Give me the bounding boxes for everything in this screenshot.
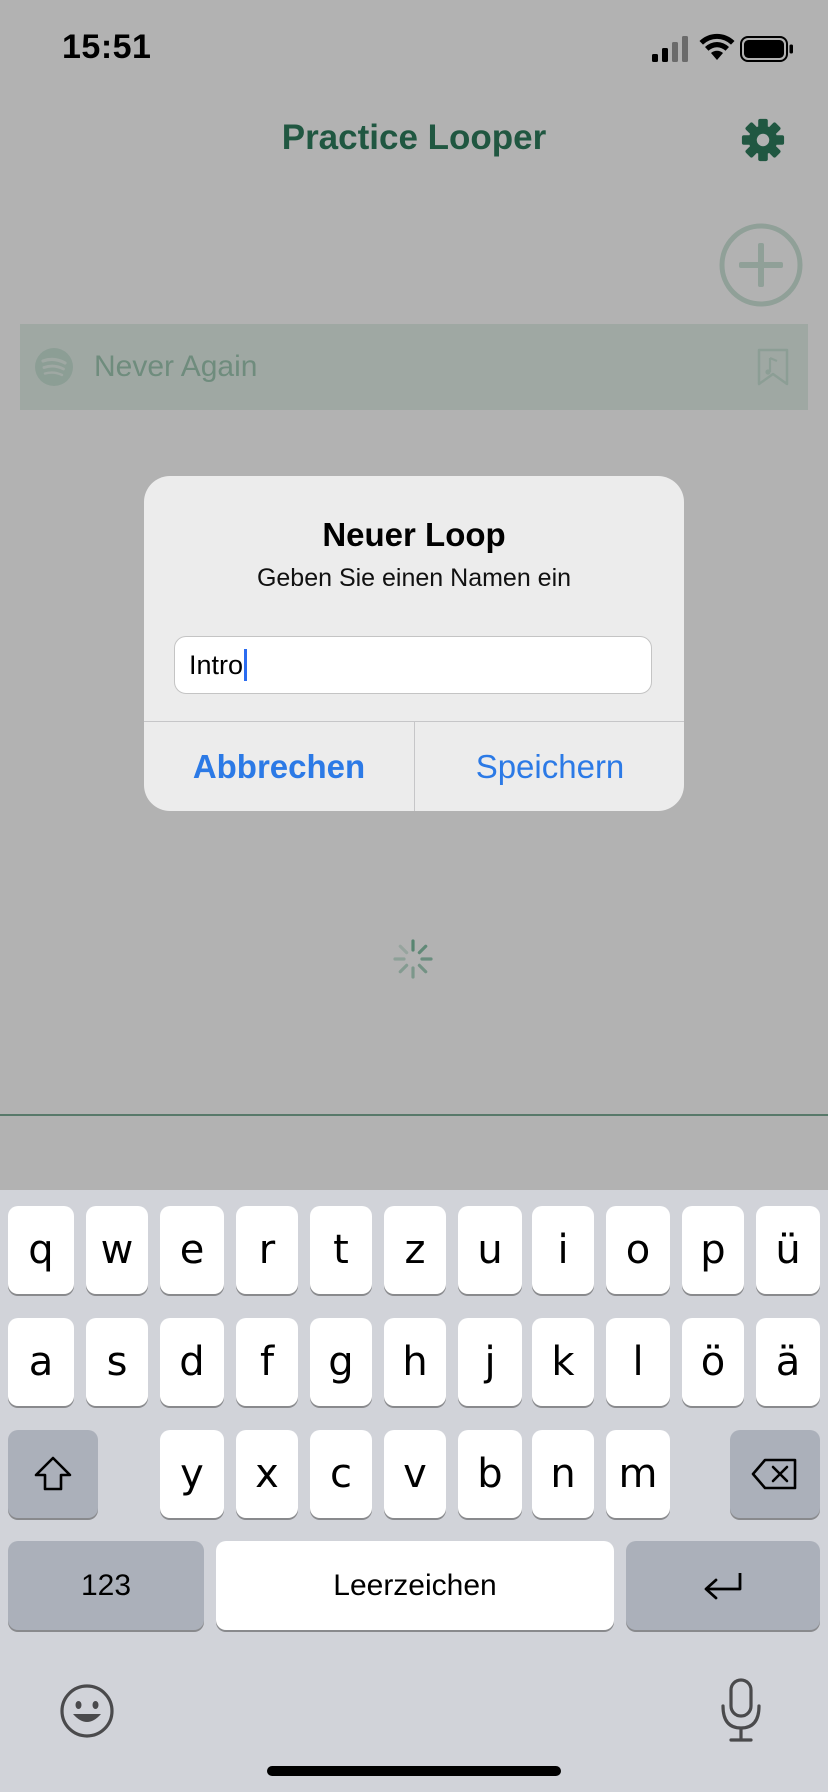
key-d[interactable]: d (160, 1318, 224, 1406)
key-a[interactable]: a (8, 1318, 74, 1406)
emoji-icon[interactable] (59, 1683, 115, 1739)
key-y[interactable]: y (160, 1430, 224, 1518)
microphone-icon[interactable] (719, 1678, 763, 1744)
key-u-umlaut[interactable]: ü (756, 1206, 820, 1294)
key-o-umlaut[interactable]: ö (682, 1318, 744, 1406)
home-indicator (267, 1766, 561, 1776)
key-x[interactable]: x (236, 1430, 298, 1518)
key-i[interactable]: i (532, 1206, 594, 1294)
key-v[interactable]: v (384, 1430, 446, 1518)
key-l[interactable]: l (606, 1318, 670, 1406)
key-p[interactable]: p (682, 1206, 744, 1294)
alert-title: Neuer Loop (322, 516, 506, 553)
key-q[interactable]: q (8, 1206, 74, 1294)
save-button[interactable]: Speichern (415, 722, 684, 811)
key-s[interactable]: s (86, 1318, 148, 1406)
alert-message: Geben Sie einen Namen ein (256, 564, 572, 592)
key-a-umlaut[interactable]: ä (756, 1318, 820, 1406)
numbers-key[interactable]: 123 (8, 1541, 204, 1630)
new-loop-alert: Neuer Loop Geben Sie einen Namen ein Int… (144, 476, 684, 811)
return-icon (704, 1572, 742, 1599)
return-key[interactable] (626, 1541, 820, 1630)
key-n[interactable]: n (532, 1430, 594, 1518)
key-b[interactable]: b (458, 1430, 522, 1518)
loop-name-input[interactable]: Intro (174, 636, 652, 694)
key-r[interactable]: r (236, 1206, 298, 1294)
key-j[interactable]: j (458, 1318, 522, 1406)
key-u[interactable]: u (458, 1206, 522, 1294)
key-h[interactable]: h (384, 1318, 446, 1406)
key-w[interactable]: w (86, 1206, 148, 1294)
delete-icon (751, 1458, 797, 1490)
key-e[interactable]: e (160, 1206, 224, 1294)
key-o[interactable]: o (606, 1206, 670, 1294)
key-f[interactable]: f (236, 1318, 298, 1406)
key-c[interactable]: c (310, 1430, 372, 1518)
loop-name-value: Intro (189, 649, 244, 680)
key-g[interactable]: g (310, 1318, 372, 1406)
delete-key[interactable] (730, 1430, 820, 1518)
text-caret (244, 649, 248, 681)
key-m[interactable]: m (606, 1430, 670, 1518)
shift-icon (34, 1456, 72, 1491)
key-k[interactable]: k (532, 1318, 594, 1406)
cancel-button[interactable]: Abbrechen (144, 722, 414, 811)
shift-key[interactable] (8, 1430, 98, 1518)
space-key[interactable]: Leerzeichen (216, 1541, 614, 1630)
key-z[interactable]: z (384, 1206, 446, 1294)
key-t[interactable]: t (310, 1206, 372, 1294)
